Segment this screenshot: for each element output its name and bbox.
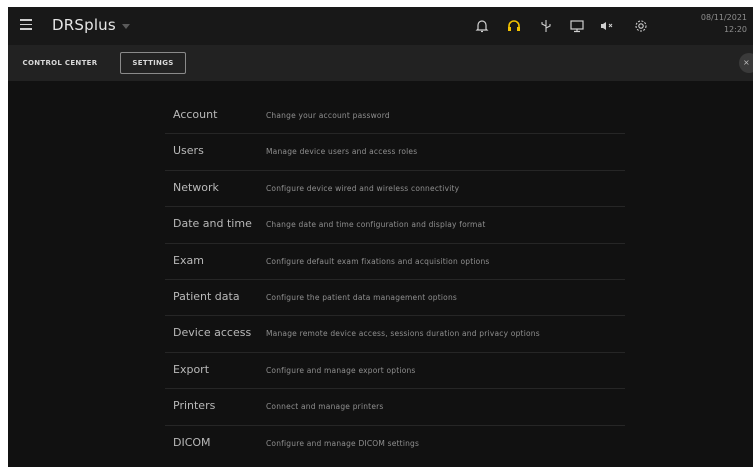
settings-item-patient-data[interactable]: Patient data Configure the patient data … <box>165 280 625 317</box>
speaker-muted-icon[interactable] <box>598 17 616 35</box>
settings-item-label: Printers <box>173 399 216 413</box>
top-bar: DRSplus 08/11/2021 12:20 <box>8 7 753 45</box>
settings-item-description: Connect and manage printers <box>266 402 384 412</box>
menu-icon[interactable] <box>20 19 32 31</box>
headset-icon[interactable] <box>505 17 523 35</box>
gear-icon[interactable] <box>632 17 650 35</box>
settings-item-users[interactable]: Users Manage device users and access rol… <box>165 134 625 171</box>
settings-item-label: Network <box>173 180 219 194</box>
settings-item-description: Manage remote device access, sessions du… <box>266 329 540 339</box>
settings-item-label: Exam <box>173 253 204 267</box>
close-button[interactable]: × <box>739 53 753 73</box>
tab-control-center[interactable]: CONTROL CENTER <box>14 52 106 74</box>
tab-bar: CONTROL CENTER SETTINGS × <box>8 45 753 81</box>
chevron-down-icon[interactable] <box>122 24 130 29</box>
datetime-display: 08/11/2021 12:20 <box>701 12 747 36</box>
app-window: DRSplus 08/11/2021 12:20 CONTROL CENTER … <box>8 7 753 467</box>
settings-item-exam[interactable]: Exam Configure default exam fixations an… <box>165 244 625 280</box>
settings-item-label: Patient data <box>173 289 240 303</box>
settings-item-label: Users <box>173 144 204 158</box>
date-text: 08/11/2021 <box>700 13 747 22</box>
settings-item-export[interactable]: Export Configure and manage export optio… <box>165 353 625 390</box>
settings-item-description: Configure and manage DICOM settings <box>266 438 420 448</box>
settings-item-device-access[interactable]: Device access Manage remote device acces… <box>165 316 625 353</box>
settings-item-description: Change date and time configuration and d… <box>266 220 486 230</box>
settings-item-description: Change your account password <box>266 111 390 120</box>
settings-item-description: Configure device wired and wireless conn… <box>266 183 460 193</box>
settings-item-label: DICOM <box>173 435 211 449</box>
settings-item-date-and-time[interactable]: Date and time Change date and time confi… <box>165 207 625 244</box>
app-title: DRSplus <box>52 16 116 34</box>
settings-item-label: Date and time <box>173 217 252 231</box>
settings-item-label: Account <box>173 108 218 121</box>
settings-item-description: Configure and manage export options <box>266 365 416 375</box>
monitor-icon[interactable] <box>568 17 586 35</box>
settings-item-description: Manage device users and access roles <box>266 147 418 157</box>
usb-icon[interactable] <box>537 17 555 35</box>
bell-icon[interactable] <box>473 17 491 35</box>
settings-item-printers[interactable]: Printers Connect and manage printers <box>165 389 625 426</box>
settings-item-account[interactable]: Account Change your account password <box>165 98 625 135</box>
time-text: 12:20 <box>723 25 747 34</box>
tab-settings[interactable]: SETTINGS <box>120 52 186 74</box>
settings-item-description: Configure the patient data management op… <box>266 292 458 302</box>
settings-item-network[interactable]: Network Configure device wired and wirel… <box>165 171 625 208</box>
settings-item-label: Device access <box>173 326 252 340</box>
settings-list: Account Change your account password Use… <box>165 98 625 461</box>
settings-item-description: Configure default exam fixations and acq… <box>266 256 490 266</box>
settings-item-dicom[interactable]: DICOM Configure and manage DICOM setting… <box>165 426 625 461</box>
settings-item-label: Export <box>173 362 210 376</box>
